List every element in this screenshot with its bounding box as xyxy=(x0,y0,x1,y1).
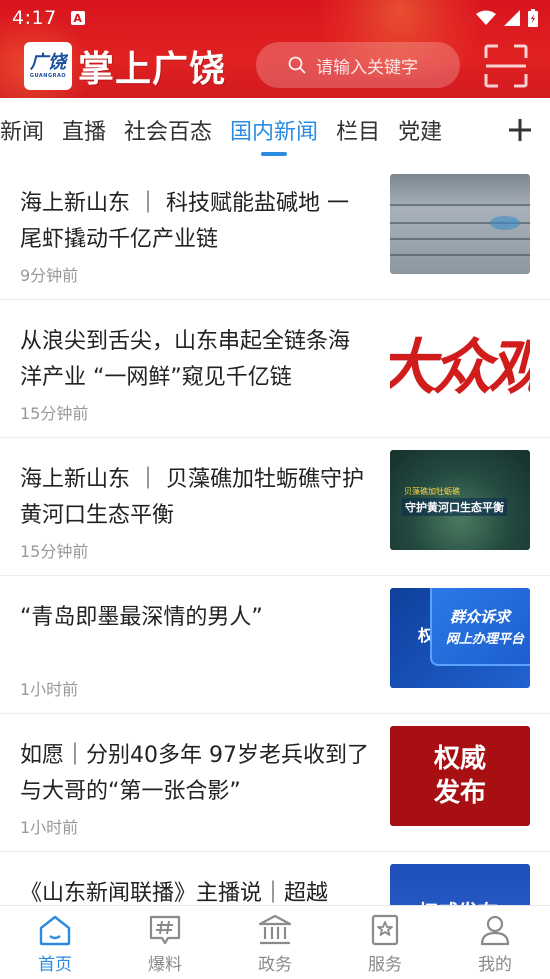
search-input[interactable]: 请输入关键字 xyxy=(256,42,460,88)
nav-services[interactable]: 服务 xyxy=(330,906,440,979)
news-item[interactable]: 《山东新闻联播》主播说｜超越 权威发布 xyxy=(0,852,550,905)
battery-icon xyxy=(528,9,538,27)
thumbnail-caption: 守护黄河口生态平衡 xyxy=(402,498,507,516)
nav-profile[interactable]: 我的 xyxy=(440,906,550,979)
notification-icon: A xyxy=(70,11,85,25)
star-bookmark-icon xyxy=(371,914,399,946)
news-item[interactable]: “青岛即墨最深情的男人” 1小时前 权 群众诉求 网上办理平台 xyxy=(0,576,550,714)
status-time: 4:17 xyxy=(12,7,57,29)
app-name: 掌上广饶 xyxy=(78,49,227,90)
nav-label: 服务 xyxy=(368,955,402,975)
news-title: 海上新山东 ｜ 科技赋能盐碱地 一尾虾撬动千亿产业链 xyxy=(20,191,349,252)
plus-icon xyxy=(509,119,531,141)
news-thumbnail: 权威发布 xyxy=(390,864,530,905)
news-time: 9分钟前 xyxy=(20,266,79,285)
news-item[interactable]: 如愿｜分别40多年 97岁老兵收到了与大哥的“第一张合影” 1小时前 权威发布 xyxy=(0,714,550,852)
nav-label: 爆料 xyxy=(148,955,182,975)
thumbnail-text: 权威发布 xyxy=(418,896,498,905)
status-bar: 4:17 A xyxy=(0,0,550,36)
thumbnail-caption-small: 贝藻礁加牡蛎礁 xyxy=(404,487,460,496)
government-icon xyxy=(258,914,292,945)
news-thumbnail: 大众观 xyxy=(390,312,530,412)
nav-government[interactable]: 政务 xyxy=(220,906,330,979)
wifi-icon xyxy=(476,10,496,25)
logo-text: 广饶 xyxy=(30,52,66,73)
nav-tips[interactable]: 爆料 xyxy=(110,906,220,979)
news-item[interactable]: 海上新山东 ｜ 科技赋能盐碱地 一尾虾撬动千亿产业链 9分钟前 xyxy=(0,162,550,300)
news-title: “青岛即墨最深情的男人” xyxy=(20,605,263,630)
tab-domestic-news[interactable]: 国内新闻 xyxy=(221,98,327,162)
app-header: 4:17 A 广饶 GUANGRAO 掌上广饶 请输入关键字 xyxy=(0,0,550,98)
bottom-nav: 首页 爆料 政务 服务 我的 xyxy=(0,905,550,979)
nav-label: 我的 xyxy=(478,955,512,975)
thumbnail-text: 大众观 xyxy=(390,332,530,403)
nav-label: 首页 xyxy=(38,955,72,975)
thumbnail-text: 权威发布 xyxy=(433,744,486,808)
tab-live[interactable]: 直播 xyxy=(53,98,115,162)
news-time: 1小时前 xyxy=(20,818,79,837)
news-title: 海上新山东 ｜ 贝藻礁加牡蛎礁守护黄河口生态平衡 xyxy=(20,467,364,528)
news-time: 15分钟前 xyxy=(20,542,89,561)
news-item[interactable]: 海上新山东 ｜ 贝藻礁加牡蛎礁守护黄河口生态平衡 15分钟前 贝藻礁加牡蛎礁 守… xyxy=(0,438,550,576)
news-thumbnail: 权 群众诉求 网上办理平台 xyxy=(390,588,530,688)
tab-columns[interactable]: 栏目 xyxy=(327,98,389,162)
tab-society[interactable]: 社会百态 xyxy=(115,98,221,162)
search-placeholder: 请输入关键字 xyxy=(316,57,418,78)
logo-sub: GUANGRAO xyxy=(29,73,67,79)
news-thumbnail: 贝藻礁加牡蛎礁 守护黄河口生态平衡 xyxy=(390,450,530,550)
thumbnail-line1: 群众诉求 xyxy=(450,608,511,626)
home-icon xyxy=(39,915,71,946)
news-thumbnail: 权威发布 xyxy=(390,726,530,826)
brand: 广饶 GUANGRAO 掌上广饶 xyxy=(24,40,226,92)
news-thumbnail xyxy=(390,174,530,274)
news-title: 从浪尖到舌尖，山东串起全链条海洋产业 “一网鲜”窥见千亿链 xyxy=(20,329,351,390)
scan-icon[interactable] xyxy=(484,44,528,88)
search-icon xyxy=(288,56,306,74)
news-title: 如愿｜分别40多年 97岁老兵收到了与大哥的“第一张合影” xyxy=(20,743,369,804)
signal-icon xyxy=(504,10,520,26)
thumbnail-card: 群众诉求 网上办理平台 xyxy=(430,588,530,666)
category-tabs: 新闻 直播 社会百态 国内新闻 栏目 党建 xyxy=(0,98,550,162)
user-icon xyxy=(480,915,510,946)
nav-home[interactable]: 首页 xyxy=(0,906,110,979)
news-time: 15分钟前 xyxy=(20,404,89,423)
app-logo: 广饶 GUANGRAO xyxy=(24,42,72,90)
news-item[interactable]: 从浪尖到舌尖，山东串起全链条海洋产业 “一网鲜”窥见千亿链 15分钟前 大众观 xyxy=(0,300,550,438)
nav-label: 政务 xyxy=(258,955,292,975)
news-time: 1小时前 xyxy=(20,680,79,699)
hashtag-icon xyxy=(149,915,181,945)
tab-news[interactable]: 新闻 xyxy=(0,98,53,162)
news-title: 《山东新闻联播》主播说｜超越 xyxy=(20,881,329,905)
news-list: 海上新山东 ｜ 科技赋能盐碱地 一尾虾撬动千亿产业链 9分钟前 从浪尖到舌尖，山… xyxy=(0,162,550,905)
tab-party-building[interactable]: 党建 xyxy=(389,98,451,162)
thumbnail-line2: 网上办理平台 xyxy=(446,632,525,647)
add-channel-button[interactable] xyxy=(490,98,550,162)
